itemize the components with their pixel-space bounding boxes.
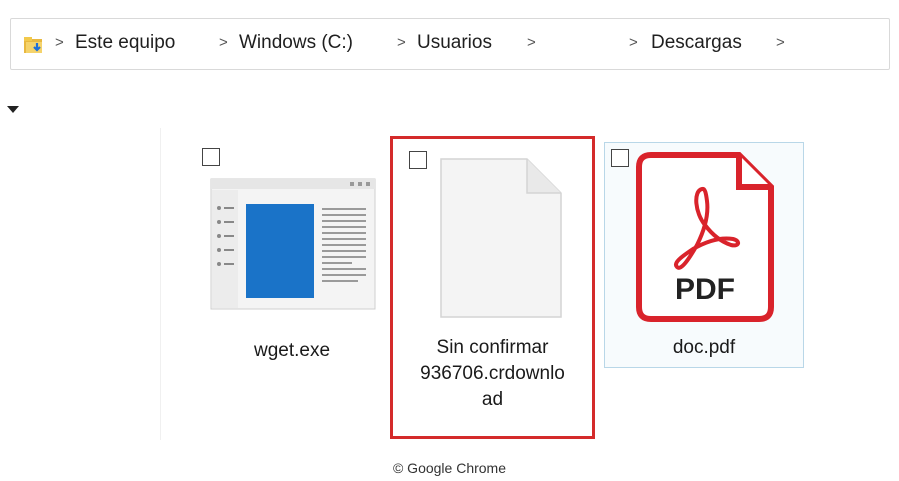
- pdf-file-icon: PDF: [636, 152, 774, 322]
- pdf-icon-text: PDF: [675, 273, 735, 306]
- pane-divider: [160, 128, 161, 440]
- select-checkbox[interactable]: [202, 148, 220, 166]
- application-window-icon: [210, 178, 376, 310]
- chevron-right-icon[interactable]: >: [397, 34, 406, 51]
- file-item-wget[interactable]: wget.exe: [196, 138, 388, 428]
- chevron-right-icon[interactable]: >: [776, 34, 785, 51]
- file-name: doc.pdf: [605, 335, 803, 361]
- file-item-crdownload[interactable]: Sin confirmar 936706.crdownlo ad: [390, 136, 595, 439]
- select-checkbox[interactable]: [611, 149, 629, 167]
- select-checkbox[interactable]: [409, 151, 427, 169]
- file-item-doc-pdf[interactable]: PDF doc.pdf: [604, 142, 804, 368]
- chevron-right-icon[interactable]: >: [629, 34, 638, 51]
- breadcrumb-item-usuarios[interactable]: Usuarios: [417, 32, 492, 54]
- file-name-line: wget.exe: [253, 340, 331, 361]
- breadcrumb-item-este-equipo[interactable]: Este equipo: [75, 32, 175, 54]
- file-name: wget.exe: [196, 338, 388, 364]
- image-credit: © Google Chrome: [392, 460, 507, 476]
- caret-down-icon[interactable]: [6, 104, 20, 114]
- file-name-line: 936706.crdownlo: [420, 363, 565, 384]
- blank-document-icon: [440, 158, 562, 318]
- file-grid: wget.exe Sin confirmar 936706.crdownlo a…: [0, 128, 899, 440]
- breadcrumb-item-windows-c[interactable]: Windows (C:): [239, 32, 353, 54]
- chevron-right-icon[interactable]: >: [219, 34, 228, 51]
- file-name-line: doc.pdf: [672, 337, 736, 358]
- chevron-right-icon[interactable]: >: [527, 34, 536, 51]
- file-name: Sin confirmar 936706.crdownlo ad: [393, 335, 592, 413]
- address-bar[interactable]: > Este equipo > Windows (C:) > Usuarios …: [10, 18, 890, 70]
- breadcrumb: > Este equipo > Windows (C:) > Usuarios …: [11, 19, 889, 71]
- breadcrumb-item-descargas[interactable]: Descargas: [651, 32, 742, 54]
- file-name-line: ad: [481, 389, 504, 410]
- downloads-folder-icon: [24, 37, 42, 53]
- file-name-line: Sin confirmar: [436, 337, 549, 358]
- chevron-right-icon[interactable]: >: [55, 34, 64, 51]
